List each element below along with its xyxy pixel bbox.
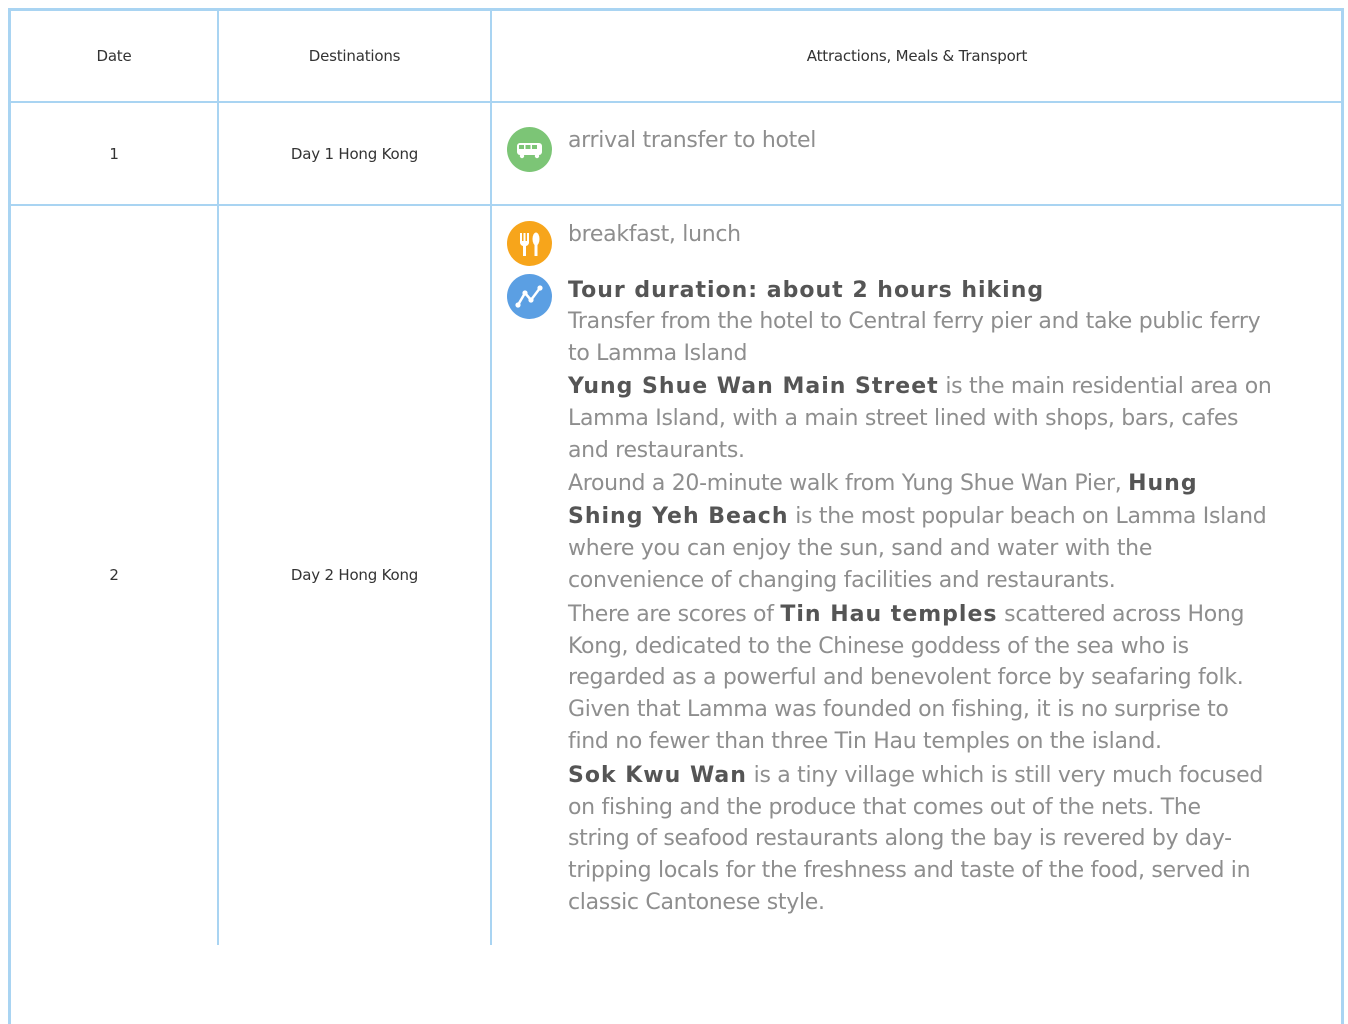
tour-text-fragment: is the main residential area on bbox=[938, 374, 1272, 399]
tour-text-line: where you can enjoy the sun, sand and wa… bbox=[568, 536, 1153, 561]
tour-text-line: Given that Lamma was founded on fishing,… bbox=[568, 697, 1229, 722]
tour-duration-title: Tour duration: about 2 hours hiking bbox=[568, 278, 1045, 303]
tour-text-line: on fishing and the produce that comes ou… bbox=[568, 795, 1201, 820]
meal-icon bbox=[507, 221, 552, 266]
tour-text-fragment: There are scores of bbox=[568, 602, 781, 627]
highlight-hung-shing-yeh-beach: Shing Yeh Beach bbox=[568, 504, 789, 529]
row-1-date: 1 bbox=[109, 145, 119, 163]
transport-text: arrival transfer to hotel bbox=[568, 128, 817, 153]
highlight-sok-kwu-wan: Sok Kwu Wan bbox=[568, 763, 747, 788]
column-divider bbox=[490, 11, 492, 945]
highlight-yung-shue-wan: Yung Shue Wan Main Street bbox=[568, 374, 939, 399]
header-destinations: Destinations bbox=[308, 47, 401, 65]
tour-text-line: Sok Kwu Wan is a tiny village which is s… bbox=[568, 763, 1263, 788]
tour-text-line: string of seafood restaurants along the … bbox=[568, 826, 1232, 851]
row-2-destination: Day 2 Hong Kong bbox=[290, 566, 419, 584]
tour-text-fragment: Around a 20-minute walk from Yung Shue W… bbox=[568, 471, 1129, 496]
header-date: Date bbox=[96, 47, 132, 65]
tour-text-line: Lamma Island, with a main street lined w… bbox=[568, 406, 1239, 431]
tour-text-line: and restaurants. bbox=[568, 438, 745, 463]
row-divider bbox=[11, 101, 1342, 103]
tour-text-line: Yung Shue Wan Main Street is the main re… bbox=[568, 374, 1272, 399]
row-divider bbox=[11, 204, 1342, 206]
tour-text-line: Transfer from the hotel to Central ferry… bbox=[568, 309, 1261, 334]
route-icon bbox=[507, 274, 552, 319]
tour-text-line: tripping locals for the freshness and ta… bbox=[568, 858, 1251, 883]
header-attractions: Attractions, Meals & Transport bbox=[806, 47, 1028, 65]
tour-text-line: find no fewer than three Tin Hau temples… bbox=[568, 729, 1162, 754]
meals-text: breakfast, lunch bbox=[568, 222, 741, 247]
row-1-destination: Day 1 Hong Kong bbox=[290, 145, 419, 163]
tour-text-line: classic Cantonese style. bbox=[568, 890, 825, 915]
tour-text-fragment: scattered across Hong bbox=[997, 602, 1245, 627]
tour-text-line: Around a 20-minute walk from Yung Shue W… bbox=[568, 471, 1198, 496]
bus-icon bbox=[507, 127, 552, 172]
row-2-date: 2 bbox=[109, 566, 119, 584]
tour-text-line: to Lamma Island bbox=[568, 341, 748, 366]
tour-text-line: regarded as a powerful and benevolent fo… bbox=[568, 665, 1244, 690]
tour-text-line: Shing Yeh Beach is the most popular beac… bbox=[568, 504, 1267, 529]
tour-text-fragment: is a tiny village which is still very mu… bbox=[746, 763, 1264, 788]
highlight-tin-hau-temples: Tin Hau temples bbox=[780, 602, 998, 627]
tour-text-line: convenience of changing facilities and r… bbox=[568, 568, 1116, 593]
highlight-hung-shing-yeh: Hung bbox=[1128, 471, 1198, 496]
tour-text-line: Kong, dedicated to the Chinese goddess o… bbox=[568, 634, 1189, 659]
tour-text-fragment: is the most popular beach on Lamma Islan… bbox=[788, 504, 1267, 529]
tour-text-line: There are scores of Tin Hau temples scat… bbox=[568, 602, 1244, 627]
